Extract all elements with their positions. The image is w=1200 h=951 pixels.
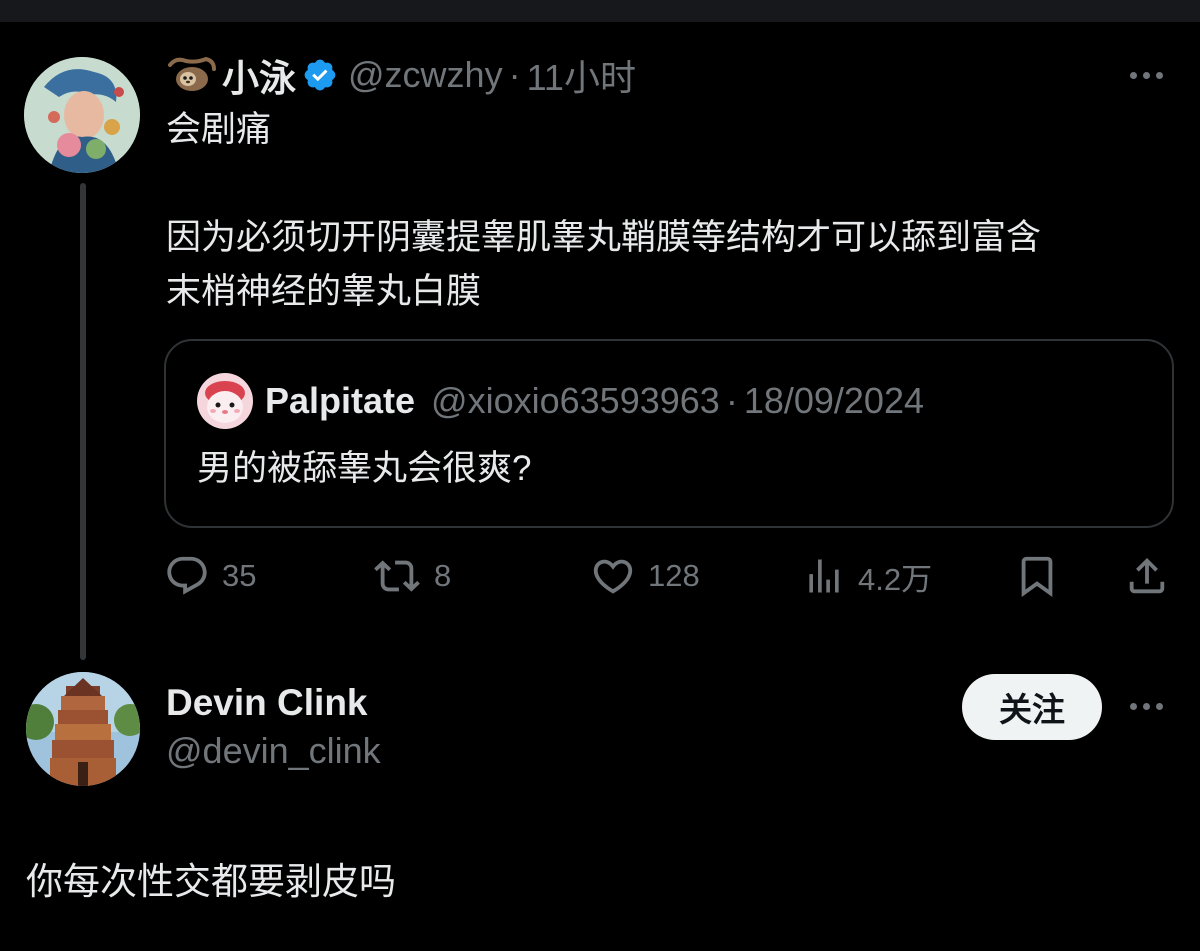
reply-author-avatar[interactable]: [26, 672, 140, 786]
views-button[interactable]: 4.2万: [802, 548, 932, 604]
author-avatar[interactable]: [24, 57, 140, 173]
reply-tweet-text: 你每次性交都要剥皮吗: [26, 861, 396, 902]
like-button[interactable]: 128: [590, 548, 700, 604]
quoted-author-name: Palpitate: [265, 380, 416, 421]
bookmark-button[interactable]: [1014, 548, 1060, 604]
more-icon[interactable]: [1130, 703, 1163, 710]
quoted-tweet-text: 男的被舔睾丸会很爽?: [197, 449, 532, 488]
tweet-header: 小泳 @zcwzhy · 11小时: [166, 50, 636, 100]
reply-author-handle[interactable]: @devin_clink: [166, 730, 381, 772]
tweet-thread-page: 小泳 @zcwzhy · 11小时 会剧痛 因为必须切开阴囊提睾肌睾丸鞘膜等结构…: [0, 0, 1200, 951]
follow-button[interactable]: 关注: [962, 674, 1102, 740]
share-button[interactable]: [1124, 548, 1170, 604]
like-icon: [593, 559, 633, 594]
author-handle[interactable]: @zcwzhy: [348, 54, 503, 96]
reply-icon: [167, 556, 207, 595]
retweet-icon: [374, 560, 420, 592]
views-icon: [809, 559, 839, 593]
reply-author-name[interactable]: Devin Clink: [166, 682, 368, 724]
quoted-tweet-date: 18/09/2024: [743, 380, 924, 421]
more-icon[interactable]: [1130, 72, 1163, 79]
tweet-text-line: 因为必须切开阴囊提睾肌睾丸鞘膜等结构才可以舔到富含: [166, 218, 1042, 257]
verified-badge-icon: [302, 57, 338, 93]
separator-dot: ·: [508, 54, 521, 95]
tweet-text-line: 末梢神经的睾丸白膜: [166, 272, 482, 311]
reply-button[interactable]: 35: [164, 548, 256, 604]
bookmark-icon: [1021, 556, 1053, 597]
tweet-text-line: 会剧痛: [166, 110, 272, 149]
share-icon: [1129, 557, 1165, 594]
sloth-icon: [166, 55, 218, 95]
quoted-author-handle: @xioxio63593963: [431, 380, 720, 421]
quoted-author-avatar: [197, 373, 253, 429]
quoted-tweet-header: Palpitate @xioxio63593963 · 18/09/2024: [265, 375, 924, 427]
like-count: 128: [648, 558, 700, 593]
separator-dot: ·: [725, 380, 738, 421]
tweet-timestamp[interactable]: 11小时: [527, 49, 636, 101]
thread-connector-line: [80, 183, 86, 660]
retweet-count: 8: [434, 558, 452, 593]
top-bar: [0, 0, 1200, 22]
reply-count: 35: [222, 558, 257, 593]
retweet-button[interactable]: 8: [372, 548, 451, 604]
views-count: 4.2万: [858, 561, 933, 597]
quoted-tweet-card[interactable]: [164, 339, 1174, 528]
author-display-name[interactable]: 小泳: [222, 48, 296, 102]
